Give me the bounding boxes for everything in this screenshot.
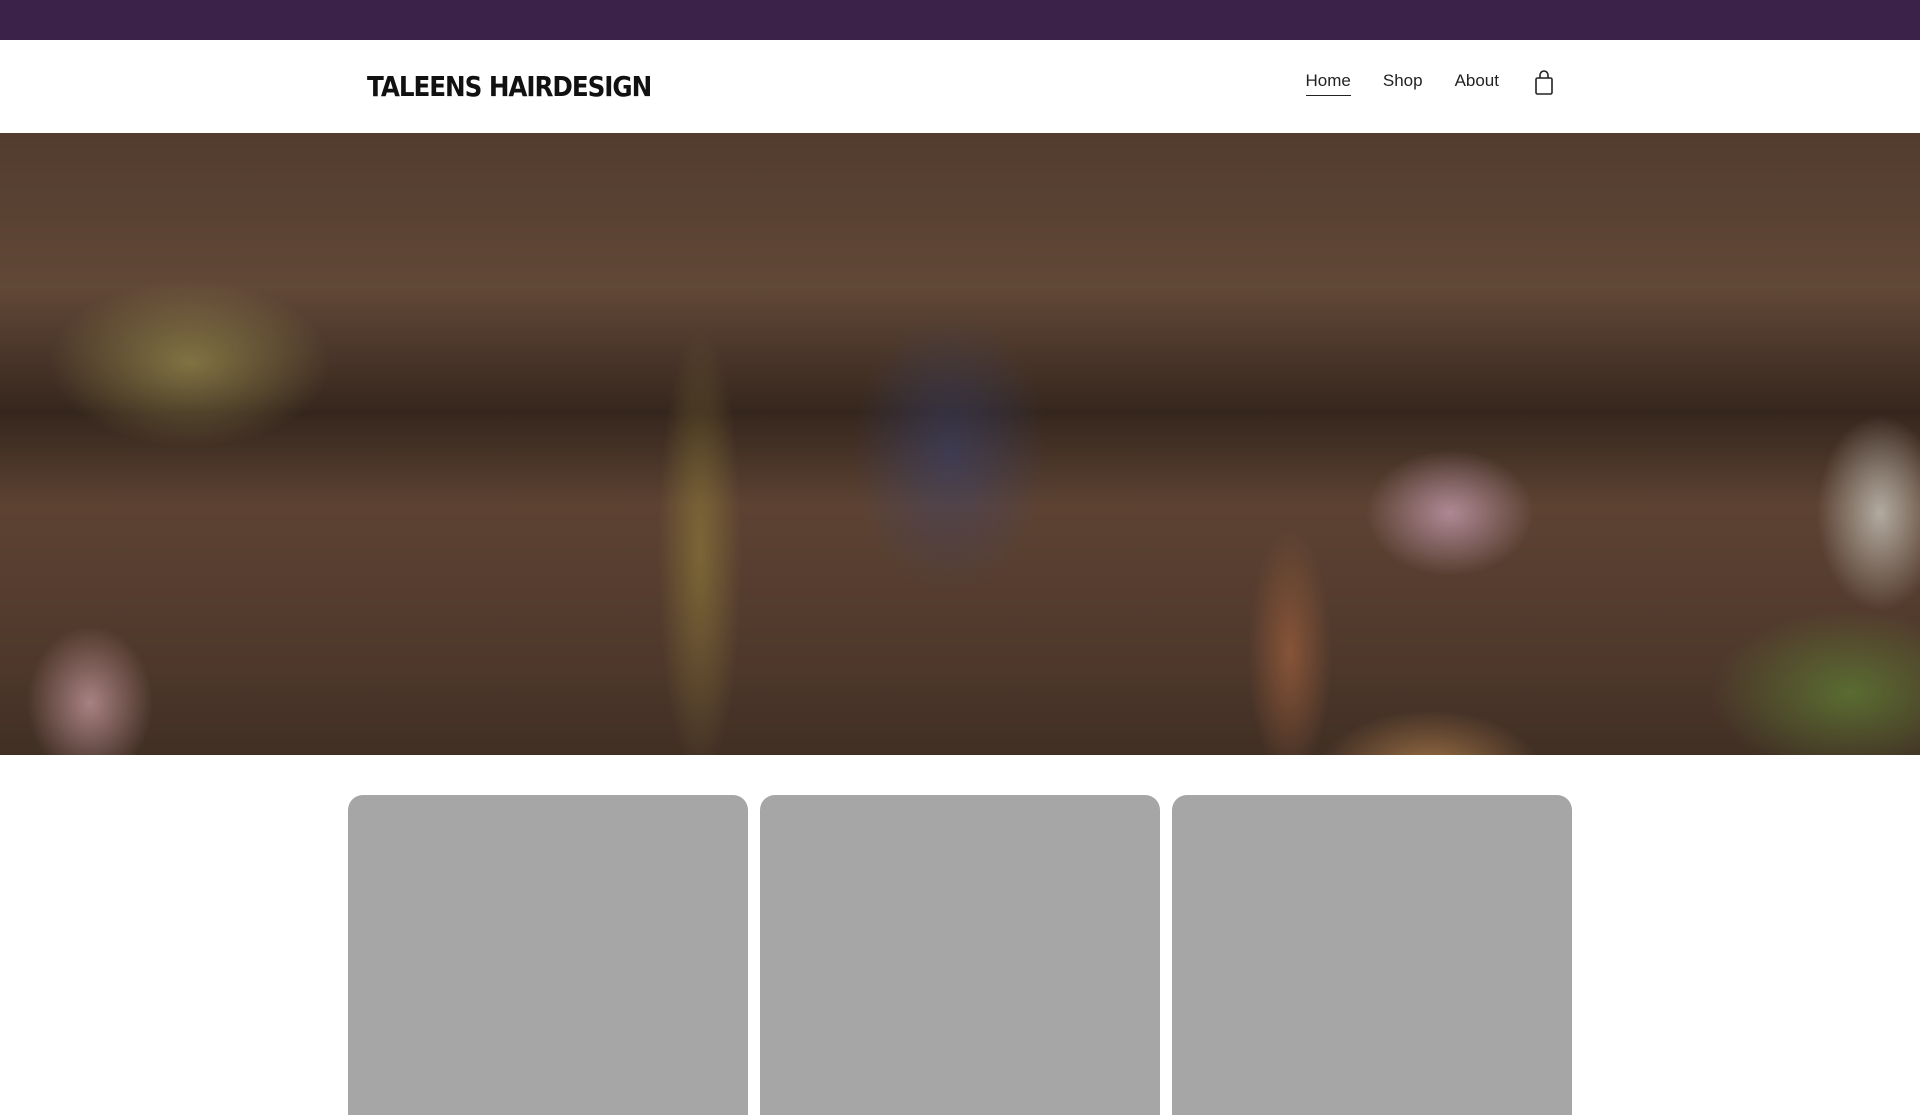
- card-grid: [348, 795, 1572, 1115]
- card-placeholder[interactable]: [1172, 795, 1572, 1115]
- main-nav: Home Shop About: [1305, 70, 1556, 96]
- nav-home[interactable]: Home: [1305, 71, 1351, 96]
- card-placeholder[interactable]: [760, 795, 1160, 1115]
- shopping-bag-icon[interactable]: [1533, 70, 1555, 96]
- announcement-bar: [0, 0, 1920, 40]
- site-header: TALEENS HAIRDESIGN Home Shop About: [0, 40, 1920, 133]
- nav-shop[interactable]: Shop: [1383, 71, 1423, 95]
- nav-about[interactable]: About: [1455, 71, 1499, 95]
- card-placeholder[interactable]: [348, 795, 748, 1115]
- site-logo[interactable]: TALEENS HAIRDESIGN: [367, 70, 652, 103]
- hero-image: [0, 133, 1920, 755]
